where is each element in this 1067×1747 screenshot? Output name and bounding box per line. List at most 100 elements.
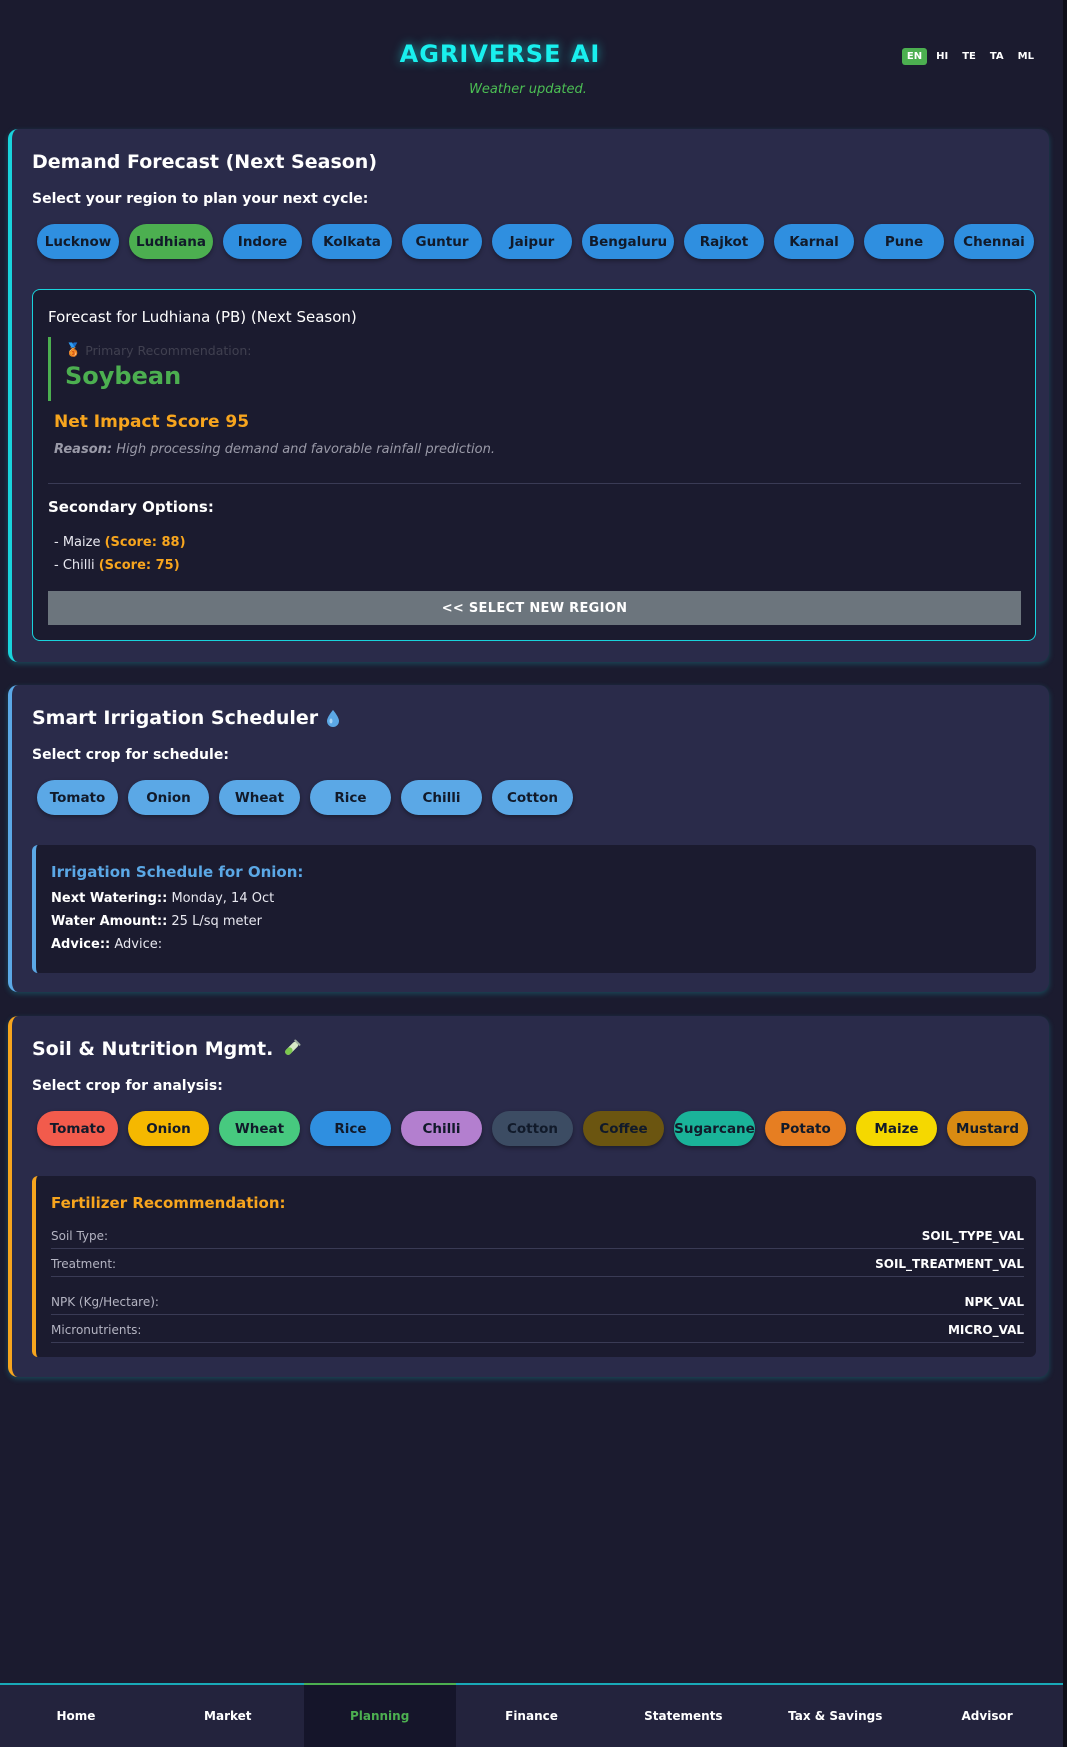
soil-crop-potato[interactable]: Potato — [765, 1111, 846, 1146]
schedule-label: Next Watering:: — [51, 891, 168, 906]
schedule-title: Irrigation Schedule for Onion: — [51, 863, 304, 881]
fertilizer-row: Micronutrients: MICRO_VAL — [51, 1317, 1024, 1343]
irrigation-crop-onion[interactable]: Onion — [128, 780, 209, 815]
bottom-nav: Home Market Planning Finance Statements … — [0, 1683, 1063, 1747]
region-chip-chennai[interactable]: Chennai — [954, 224, 1034, 259]
fertilizer-panel: Fertilizer Recommendation: Soil Type: SO… — [32, 1176, 1036, 1357]
secondary-option-score: (Score: 75) — [98, 558, 180, 573]
region-chip-bengaluru[interactable]: Bengaluru — [582, 224, 674, 259]
soil-crop-tomato[interactable]: Tomato — [37, 1111, 118, 1146]
soil-crop-coffee[interactable]: Coffee — [583, 1111, 664, 1146]
fertilizer-value: SOIL_TREATMENT_VAL — [875, 1256, 1024, 1271]
nav-finance[interactable]: Finance — [456, 1685, 608, 1747]
irrigation-title: Smart Irrigation Scheduler — [32, 707, 319, 729]
water-drop-icon — [327, 710, 340, 727]
irrigation-crop-chilli[interactable]: Chilli — [401, 780, 482, 815]
weather-status: Weather updated. — [469, 82, 587, 97]
recommendation-reason: Reason: High processing demand and favor… — [54, 442, 495, 457]
soil-crop-onion[interactable]: Onion — [128, 1111, 209, 1146]
region-chip-indore[interactable]: Indore — [223, 224, 302, 259]
region-chip-jaipur[interactable]: Jaipur — [492, 224, 572, 259]
lang-te-button[interactable]: TE — [957, 48, 981, 65]
soil-title: Soil & Nutrition Mgmt. — [32, 1038, 274, 1060]
soil-crop-rice[interactable]: Rice — [310, 1111, 391, 1146]
secondary-options-title: Secondary Options: — [48, 498, 214, 516]
irrigation-crop-cotton[interactable]: Cotton — [492, 780, 573, 815]
fertilizer-key: Micronutrients: — [51, 1322, 142, 1337]
primary-recommendation: 🥉 Primary Recommendation: Soybean — [48, 337, 348, 401]
irrigation-crop-rice[interactable]: Rice — [310, 780, 391, 815]
schedule-label: Advice:: — [51, 937, 111, 952]
nav-home[interactable]: Home — [0, 1685, 152, 1747]
fertilizer-key: NPK (Kg/Hectare): — [51, 1294, 159, 1309]
demand-forecast-card: Demand Forecast (Next Season) Select you… — [8, 129, 1049, 662]
fertilizer-row: Treatment: SOIL_TREATMENT_VAL — [51, 1251, 1024, 1277]
region-chip-karnal[interactable]: Karnal — [774, 224, 854, 259]
soil-crop-mustard[interactable]: Mustard — [947, 1111, 1028, 1146]
region-chip-pune[interactable]: Pune — [864, 224, 944, 259]
fertilizer-key: Soil Type: — [51, 1228, 109, 1243]
lang-en-button[interactable]: EN — [901, 48, 928, 65]
select-new-region-button[interactable]: << SELECT NEW REGION — [48, 591, 1021, 625]
irrigation-prompt: Select crop for schedule: — [32, 747, 229, 763]
soil-title-row: Soil & Nutrition Mgmt. — [32, 1038, 301, 1060]
soil-crop-wheat[interactable]: Wheat — [219, 1111, 300, 1146]
soil-crop-chilli[interactable]: Chilli — [401, 1111, 482, 1146]
schedule-row: Next Watering:: Monday, 14 Oct — [51, 891, 274, 906]
secondary-option-name: - Chilli — [54, 558, 99, 573]
forecast-prompt: Select your region to plan your next cyc… — [32, 191, 369, 207]
schedule-value: 25 L/sq meter — [167, 914, 262, 929]
region-chip-guntur[interactable]: Guntur — [402, 224, 482, 259]
region-chip-ludhiana[interactable]: Ludhiana — [129, 224, 213, 259]
secondary-option: - Chilli (Score: 75) — [54, 558, 180, 573]
fertilizer-row: NPK (Kg/Hectare): NPK_VAL — [51, 1289, 1024, 1315]
divider — [48, 483, 1021, 484]
irrigation-crop-wheat[interactable]: Wheat — [219, 780, 300, 815]
forecast-result-panel: Forecast for Ludhiana (PB) (Next Season)… — [32, 289, 1036, 641]
soil-prompt: Select crop for analysis: — [32, 1078, 223, 1094]
soil-crop-cotton[interactable]: Cotton — [492, 1111, 573, 1146]
forecast-title: Demand Forecast (Next Season) — [32, 151, 378, 173]
app-page: AGRIVERSE AI Weather updated. EN HI TE T… — [0, 0, 1063, 1747]
soil-crop-maize[interactable]: Maize — [856, 1111, 937, 1146]
fertilizer-row: Soil Type: SOIL_TYPE_VAL — [51, 1223, 1024, 1249]
medal-icon: 🥉 — [65, 343, 82, 358]
lang-hi-button[interactable]: HI — [931, 48, 953, 65]
fertilizer-value: MICRO_VAL — [947, 1322, 1024, 1337]
irrigation-schedule-panel: Irrigation Schedule for Onion: Next Wate… — [32, 845, 1036, 973]
nav-tax-savings[interactable]: Tax & Savings — [759, 1685, 911, 1747]
soil-crop-list: Tomato Onion Wheat Rice Chilli Cotton Co… — [37, 1111, 1028, 1146]
soil-crop-sugarcane[interactable]: Sugarcane — [674, 1111, 755, 1146]
test-tube-icon — [285, 1039, 301, 1055]
nav-advisor[interactable]: Advisor — [911, 1685, 1063, 1747]
region-chip-lucknow[interactable]: Lucknow — [37, 224, 119, 259]
region-chip-kolkata[interactable]: Kolkata — [312, 224, 392, 259]
app-header: AGRIVERSE AI Weather updated. EN HI TE T… — [0, 0, 1063, 120]
forecast-result-title: Forecast for Ludhiana (PB) (Next Season) — [48, 308, 357, 326]
secondary-option-name: - Maize — [54, 535, 105, 550]
lang-ml-button[interactable]: ML — [1013, 48, 1039, 65]
primary-crop: Soybean — [65, 362, 182, 390]
soil-nutrition-card: Soil & Nutrition Mgmt. Select crop for a… — [8, 1016, 1049, 1377]
reason-label: Reason: — [54, 442, 113, 457]
secondary-option: - Maize (Score: 88) — [54, 535, 186, 550]
schedule-label: Water Amount:: — [51, 914, 168, 929]
net-impact-score: Net Impact Score 95 — [54, 412, 250, 432]
region-chip-rajkot[interactable]: Rajkot — [684, 224, 764, 259]
fertilizer-title: Fertilizer Recommendation: — [51, 1194, 286, 1212]
schedule-row: Advice:: Advice: — [51, 937, 162, 952]
fertilizer-value: SOIL_TYPE_VAL — [921, 1228, 1024, 1243]
region-chip-list: Lucknow Ludhiana Indore Kolkata Guntur J… — [37, 224, 1034, 259]
nav-market[interactable]: Market — [152, 1685, 304, 1747]
primary-label-row: 🥉 Primary Recommendation: — [65, 343, 348, 358]
schedule-row: Water Amount:: 25 L/sq meter — [51, 914, 262, 929]
secondary-option-score: (Score: 88) — [104, 535, 186, 550]
nav-planning[interactable]: Planning — [303, 1683, 456, 1747]
lang-ta-button[interactable]: TA — [985, 48, 1009, 65]
irrigation-crop-tomato[interactable]: Tomato — [37, 780, 118, 815]
fertilizer-key: Treatment: — [51, 1256, 117, 1271]
nav-statements[interactable]: Statements — [607, 1685, 759, 1747]
window-edge — [1063, 0, 1067, 1747]
fertilizer-value: NPK_VAL — [964, 1294, 1024, 1309]
schedule-value: Advice: — [110, 937, 163, 952]
